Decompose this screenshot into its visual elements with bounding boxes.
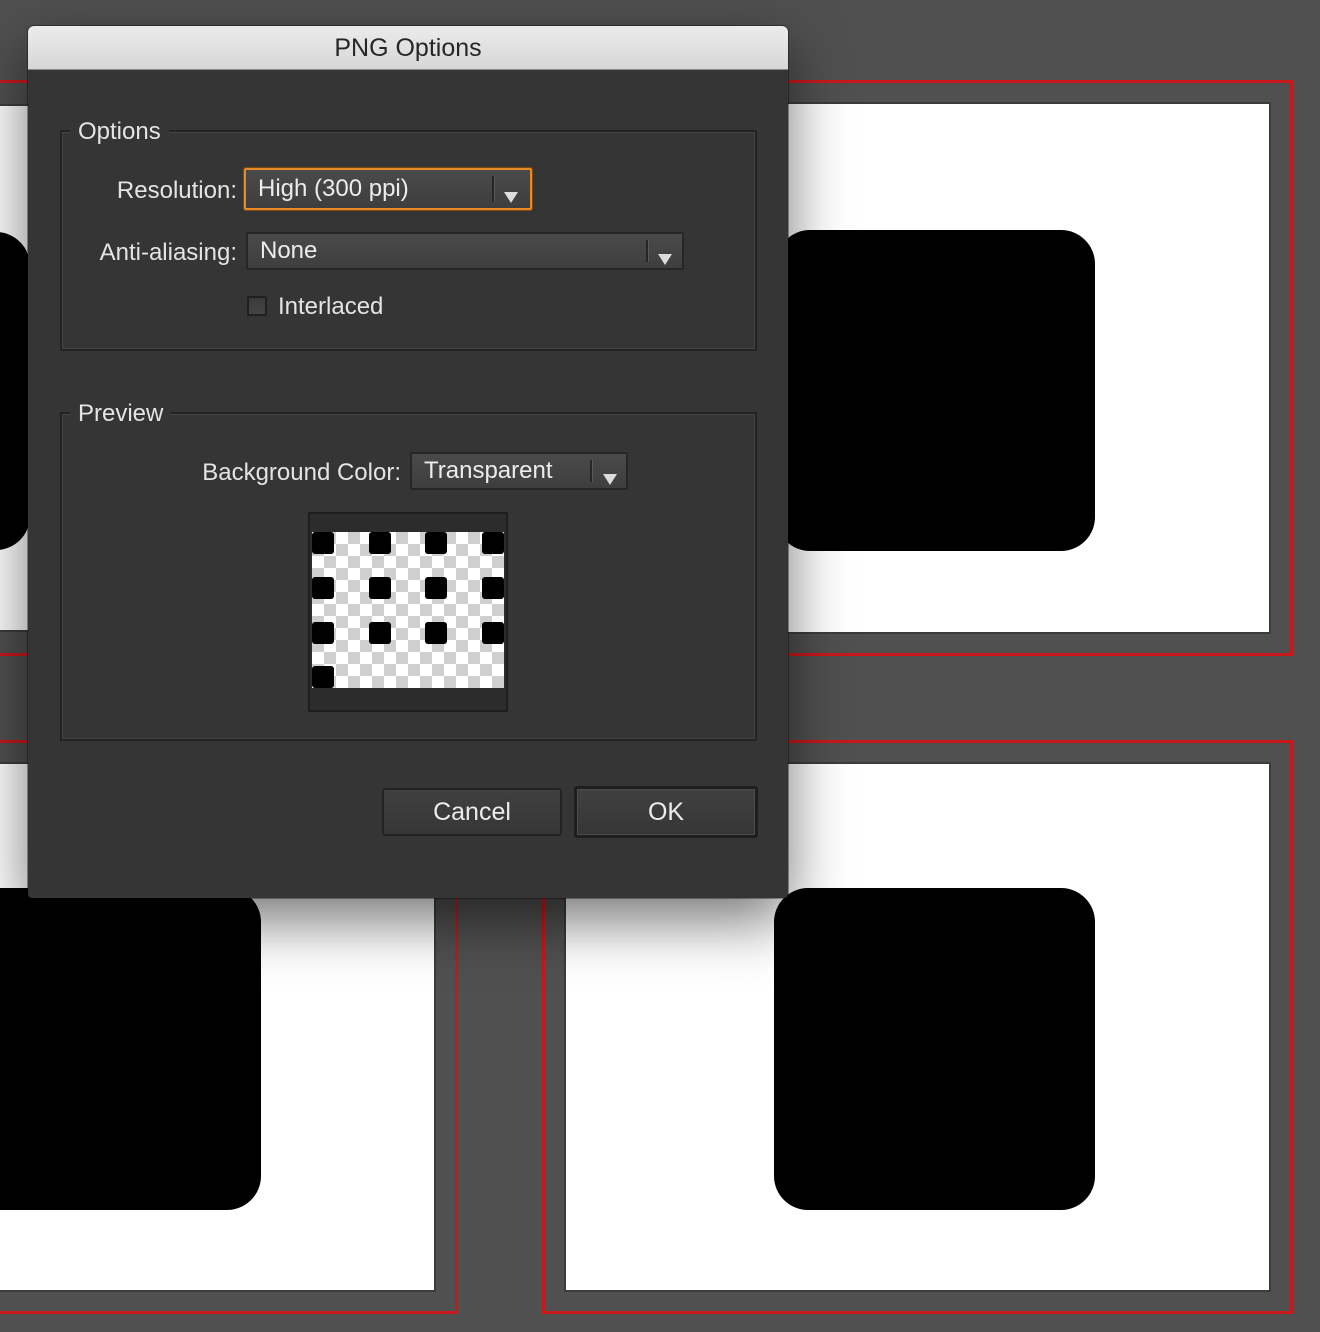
dropdown-divider: [646, 240, 649, 262]
interlaced-checkbox[interactable]: [247, 296, 267, 316]
chevron-down-icon: [603, 465, 617, 493]
background-color-dropdown[interactable]: Transparent: [410, 452, 628, 490]
background-color-value: Transparent: [424, 457, 553, 484]
chevron-down-icon: [658, 245, 672, 273]
chevron-down-icon: [504, 183, 518, 211]
preview-group-legend: Preview: [70, 399, 172, 429]
anti-aliasing-dropdown[interactable]: None: [246, 232, 684, 270]
cancel-button[interactable]: Cancel: [382, 788, 562, 836]
dialog-title[interactable]: PNG Options: [28, 26, 788, 70]
artboard-shape-top-left[interactable]: [0, 232, 30, 550]
resolution-value: High (300 ppi): [258, 175, 409, 202]
background-color-label: Background Color:: [202, 459, 401, 486]
resolution-label: Resolution:: [116, 177, 237, 204]
ok-button[interactable]: OK: [574, 786, 758, 838]
artboard-shape-top-right[interactable]: [776, 230, 1095, 551]
preview-swatch: [308, 512, 508, 712]
anti-aliasing-value: None: [260, 237, 318, 264]
resolution-dropdown[interactable]: High (300 ppi): [244, 168, 532, 210]
artboard-shape-bottom-left[interactable]: [0, 888, 261, 1210]
dropdown-divider: [590, 460, 593, 482]
anti-aliasing-label: Anti-aliasing:: [99, 239, 237, 266]
options-group-legend: Options: [70, 117, 169, 147]
interlaced-label[interactable]: Interlaced: [278, 292, 383, 322]
artboard-shape-bottom-right[interactable]: [774, 888, 1095, 1210]
dropdown-divider: [492, 176, 495, 202]
png-options-dialog: PNG Options Options Resolution: High (30…: [28, 26, 788, 898]
